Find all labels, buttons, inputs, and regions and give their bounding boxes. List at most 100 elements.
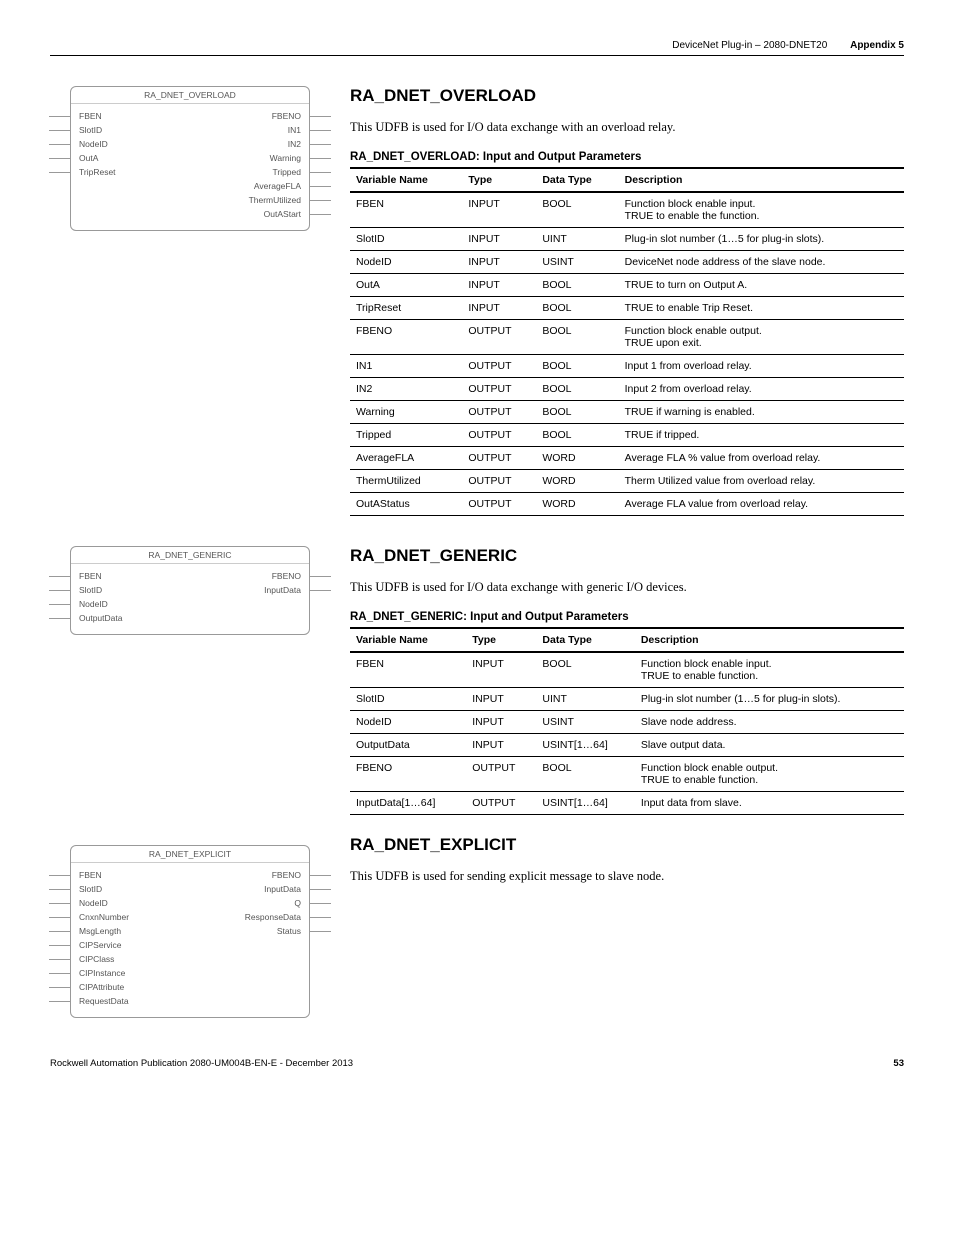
table-cell: OUTPUT <box>462 355 536 378</box>
column-header: Type <box>466 628 536 652</box>
table-cell: OUTPUT <box>462 320 536 355</box>
table-row: NodeIDINPUTUSINTSlave node address. <box>350 711 904 734</box>
param-table-generic: Variable NameTypeData TypeDescription FB… <box>350 627 904 815</box>
table-cell: TRUE to enable Trip Reset. <box>619 297 904 320</box>
table-cell: Input data from slave. <box>635 792 904 815</box>
block-pin: CIPClass <box>79 953 129 965</box>
block-pin: RequestData <box>79 995 129 1007</box>
table-cell: OutA <box>350 274 462 297</box>
block-diagram-generic: RA_DNET_GENERIC FBENSlotIDNodeIDOutputDa… <box>70 546 310 635</box>
table-cell: TRUE if tripped. <box>619 424 904 447</box>
column-header: Data Type <box>536 168 618 192</box>
table-cell: INPUT <box>462 228 536 251</box>
table-header-row: Variable NameTypeData TypeDescription <box>350 168 904 192</box>
table-cell: AverageFLA <box>350 447 462 470</box>
table-cell: WORD <box>536 447 618 470</box>
table-cell: UINT <box>536 688 634 711</box>
table-row: OutputDataINPUTUSINT[1…64]Slave output d… <box>350 734 904 757</box>
table-cell: USINT <box>536 251 618 274</box>
footer-publication: Rockwell Automation Publication 2080-UM0… <box>50 1058 353 1069</box>
block-pin: SlotID <box>79 584 122 596</box>
table-cell: INPUT <box>462 297 536 320</box>
table-cell: WORD <box>536 493 618 516</box>
header-doc: DeviceNet Plug-in – 2080-DNET20 <box>672 40 827 51</box>
table-cell: OUTPUT <box>466 792 536 815</box>
table-cell: SlotID <box>350 688 466 711</box>
table-cell: Function block enable output.TRUE upon e… <box>619 320 904 355</box>
table-cell: Plug-in slot number (1…5 for plug-in slo… <box>635 688 904 711</box>
table-row: OutAINPUTBOOLTRUE to turn on Output A. <box>350 274 904 297</box>
table-cell: OUTPUT <box>466 757 536 792</box>
table-cell: OUTPUT <box>462 493 536 516</box>
table-row: NodeIDINPUTUSINTDeviceNet node address o… <box>350 251 904 274</box>
table-cell: FBEN <box>350 652 466 688</box>
section-heading-generic: RA_DNET_GENERIC <box>350 546 904 566</box>
block-pin: Tripped <box>272 166 301 178</box>
block-pin: InputData <box>264 883 301 895</box>
block-pin: CIPService <box>79 939 129 951</box>
table-cell: Therm Utilized value from overload relay… <box>619 470 904 493</box>
param-table-overload: Variable NameTypeData TypeDescription FB… <box>350 167 904 516</box>
block-pin: SlotID <box>79 124 116 136</box>
table-row: FBENOOUTPUTBOOLFunction block enable out… <box>350 757 904 792</box>
block-pin: NodeID <box>79 138 116 150</box>
table-cell: USINT[1…64] <box>536 734 634 757</box>
table-cell: Average FLA % value from overload relay. <box>619 447 904 470</box>
column-header: Variable Name <box>350 628 466 652</box>
block-pin: CIPAttribute <box>79 981 129 993</box>
table-cell: BOOL <box>536 424 618 447</box>
column-header: Variable Name <box>350 168 462 192</box>
table-caption: RA_DNET_GENERIC: Input and Output Parame… <box>350 611 904 623</box>
table-row: SlotIDINPUTUINTPlug-in slot number (1…5 … <box>350 228 904 251</box>
table-cell: Function block enable input.TRUE to enab… <box>619 192 904 228</box>
block-pin: FBEN <box>79 869 129 881</box>
column-header: Description <box>619 168 904 192</box>
table-row: InputData[1…64]OUTPUTUSINT[1…64]Input da… <box>350 792 904 815</box>
page-header: DeviceNet Plug-in – 2080-DNET20 Appendix… <box>50 40 904 56</box>
column-header: Data Type <box>536 628 634 652</box>
table-cell: DeviceNet node address of the slave node… <box>619 251 904 274</box>
section-intro: This UDFB is used for I/O data exchange … <box>350 120 904 135</box>
table-cell: UINT <box>536 228 618 251</box>
block-pin: CIPInstance <box>79 967 129 979</box>
table-cell: BOOL <box>536 401 618 424</box>
section-intro: This UDFB is used for sending explicit m… <box>350 869 904 884</box>
table-cell: ThermUtilized <box>350 470 462 493</box>
table-cell: BOOL <box>536 652 634 688</box>
block-pin: FBEN <box>79 110 116 122</box>
block-pin: ThermUtilized <box>249 194 301 206</box>
block-inputs: FBENSlotIDNodeIDCnxnNumberMsgLengthCIPSe… <box>79 869 129 1007</box>
table-cell: TRUE if warning is enabled. <box>619 401 904 424</box>
table-cell: IN1 <box>350 355 462 378</box>
table-cell: BOOL <box>536 274 618 297</box>
block-inputs: FBENSlotIDNodeIDOutputData <box>79 570 122 624</box>
table-cell: Tripped <box>350 424 462 447</box>
table-cell: SlotID <box>350 228 462 251</box>
table-row: FBENOOUTPUTBOOLFunction block enable out… <box>350 320 904 355</box>
block-pin: CnxnNumber <box>79 911 129 923</box>
section-intro: This UDFB is used for I/O data exchange … <box>350 580 904 595</box>
table-row: FBENINPUTBOOLFunction block enable input… <box>350 652 904 688</box>
table-cell: Input 1 from overload relay. <box>619 355 904 378</box>
block-pin: MsgLength <box>79 925 129 937</box>
table-cell: FBEN <box>350 192 462 228</box>
table-cell: OUTPUT <box>462 470 536 493</box>
footer-page-number: 53 <box>893 1058 904 1069</box>
block-pin: Status <box>277 925 301 937</box>
table-cell: INPUT <box>462 192 536 228</box>
table-cell: BOOL <box>536 355 618 378</box>
table-cell: BOOL <box>536 192 618 228</box>
table-cell: INPUT <box>462 274 536 297</box>
table-cell: OutputData <box>350 734 466 757</box>
table-cell: Plug-in slot number (1…5 for plug-in slo… <box>619 228 904 251</box>
block-outputs: FBENOInputDataQResponseDataStatus <box>245 869 301 1007</box>
block-pin: OutputData <box>79 612 122 624</box>
block-outputs: FBENOIN1IN2WarningTrippedAverageFLATherm… <box>249 110 301 220</box>
block-diagram-explicit: RA_DNET_EXPLICIT FBENSlotIDNodeIDCnxnNum… <box>70 845 310 1018</box>
table-cell: OUTPUT <box>462 401 536 424</box>
table-cell: OUTPUT <box>462 378 536 401</box>
block-pin: FBEN <box>79 570 122 582</box>
table-cell: FBENO <box>350 320 462 355</box>
table-cell: OUTPUT <box>462 447 536 470</box>
block-pin: IN2 <box>288 138 301 150</box>
